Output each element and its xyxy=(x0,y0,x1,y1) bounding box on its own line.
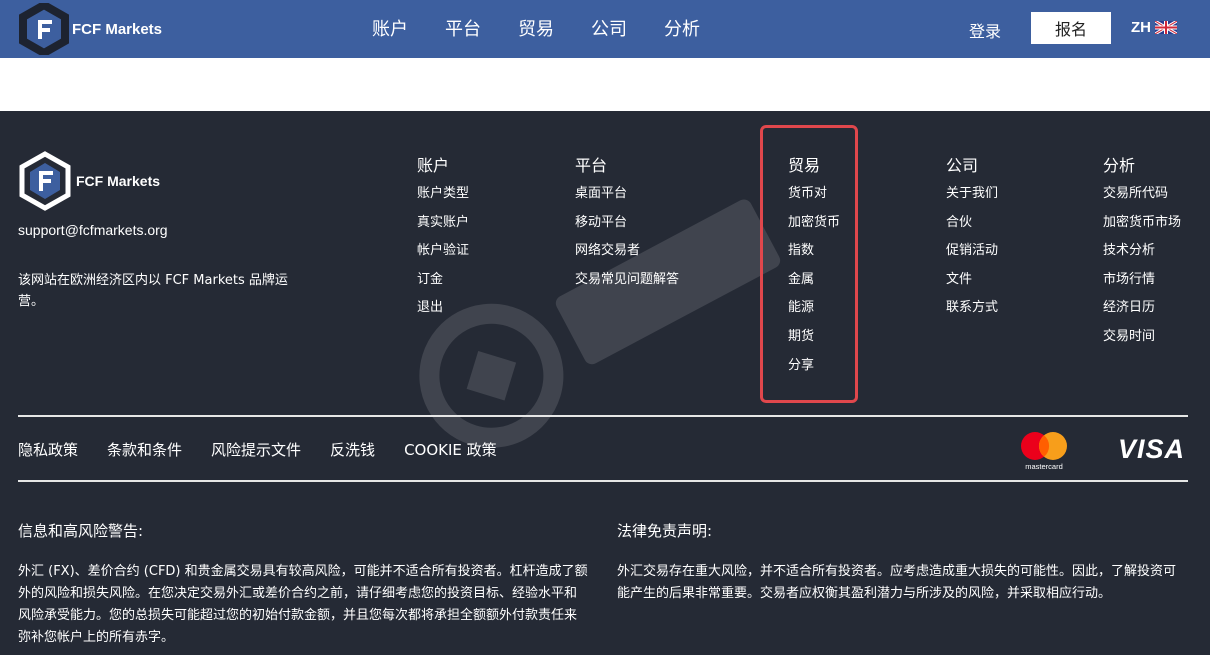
column-title: 分析 xyxy=(1103,156,1136,175)
footer-link-live-account[interactable]: 真实账户 xyxy=(417,213,469,242)
header-brand-name: FCF Markets xyxy=(72,20,163,38)
legal-links: 隐私政策 条款和条件 风险提示文件 反洗钱 COOKIE 政策 xyxy=(18,439,526,460)
footer-column-accounts: 账户 账户类型 真实账户 帐户验证 订金 退出 xyxy=(417,152,469,327)
footer-link-documents[interactable]: 文件 xyxy=(946,270,998,299)
nav-accounts[interactable]: 账户 xyxy=(372,15,408,41)
footer-link-exchange-codes[interactable]: 交易所代码 xyxy=(1103,184,1181,213)
legal-disclaimer-title: 法律免责声明: xyxy=(617,522,713,540)
content-area xyxy=(0,58,1210,111)
footer-link-crypto-market[interactable]: 加密货币市场 xyxy=(1103,213,1181,242)
nav-company[interactable]: 公司 xyxy=(591,15,627,41)
divider xyxy=(18,480,1188,482)
divider xyxy=(18,415,1188,417)
language-code: ZH xyxy=(1131,19,1151,36)
language-selector[interactable]: ZH xyxy=(1131,19,1177,36)
risk-warning-title: 信息和高风险警告: xyxy=(18,522,144,540)
mastercard-icon: mastercard xyxy=(1021,432,1067,471)
visa-logo: VISA xyxy=(1118,434,1186,464)
operated-note: 该网站在欧洲经济区内以 FCF Markets 品牌运营。 xyxy=(18,273,288,309)
footer-link-desktop[interactable]: 桌面平台 xyxy=(575,184,679,213)
legal-link-risk[interactable]: 风险提示文件 xyxy=(211,439,301,460)
footer-logo[interactable]: FCF Markets xyxy=(18,151,160,211)
footer-link-economic-calendar[interactable]: 经济日历 xyxy=(1103,298,1181,327)
fcf-logo-icon xyxy=(19,151,71,211)
nav-platforms[interactable]: 平台 xyxy=(445,15,481,41)
highlight-box xyxy=(760,125,858,403)
footer-link-mobile[interactable]: 移动平台 xyxy=(575,213,679,242)
risk-warning-text: 外汇 (FX)、差价合约 (CFD) 和贵金属交易具有较高风险，可能并不适合所有… xyxy=(18,564,588,645)
column-title: 平台 xyxy=(575,156,608,175)
uk-flag-icon xyxy=(1155,21,1177,34)
footer-link-contact[interactable]: 联系方式 xyxy=(946,298,998,327)
legal-link-aml[interactable]: 反洗钱 xyxy=(330,439,375,460)
main-nav: 账户 平台 贸易 公司 分析 xyxy=(372,15,737,41)
footer-brand-name: FCF Markets xyxy=(76,173,161,189)
footer-link-account-types[interactable]: 账户类型 xyxy=(417,184,469,213)
footer-link-about[interactable]: 关于我们 xyxy=(946,184,998,213)
footer-link-deposit[interactable]: 订金 xyxy=(417,270,469,299)
fcf-logo-icon xyxy=(19,3,69,55)
legal-link-cookie[interactable]: COOKIE 政策 xyxy=(404,439,497,460)
nav-analysis[interactable]: 分析 xyxy=(664,15,700,41)
login-link[interactable]: 登录 xyxy=(969,18,1001,42)
footer-link-technical-analysis[interactable]: 技术分析 xyxy=(1103,241,1181,270)
top-navbar: FCF Markets 账户 平台 贸易 公司 分析 登录 报名 ZH xyxy=(0,0,1210,58)
footer-link-trading-hours[interactable]: 交易时间 xyxy=(1103,327,1181,356)
footer-column-company: 公司 关于我们 合伙 促销活动 文件 联系方式 xyxy=(946,152,998,327)
footer-link-partnership[interactable]: 合伙 xyxy=(946,213,998,242)
legal-disclaimer-text: 外汇交易存在重大风险，并不适合所有投资者。应考虑造成重大损失的可能性。因此，了解… xyxy=(617,564,1177,601)
mastercard-label: mastercard xyxy=(1025,462,1063,471)
support-email[interactable]: support@fcfmarkets.org xyxy=(18,222,168,238)
legal-link-privacy[interactable]: 隐私政策 xyxy=(18,439,78,460)
header-logo[interactable]: FCF Markets xyxy=(18,3,162,55)
footer-column-analysis: 分析 交易所代码 加密货币市场 技术分析 市场行情 经济日历 交易时间 xyxy=(1103,152,1181,356)
column-title: 公司 xyxy=(946,156,979,175)
column-title: 账户 xyxy=(417,156,450,175)
footer-link-verification[interactable]: 帐户验证 xyxy=(417,241,469,270)
legal-link-terms[interactable]: 条款和条件 xyxy=(107,439,182,460)
footer-column-platforms: 平台 桌面平台 移动平台 网络交易者 交易常见问题解答 xyxy=(575,152,679,298)
signup-button[interactable]: 报名 xyxy=(1031,12,1111,44)
footer-link-withdraw[interactable]: 退出 xyxy=(417,298,469,327)
footer-link-market-quotes[interactable]: 市场行情 xyxy=(1103,270,1181,299)
footer-link-webtrader[interactable]: 网络交易者 xyxy=(575,241,679,270)
footer-link-faq[interactable]: 交易常见问题解答 xyxy=(575,270,679,299)
footer-link-promotions[interactable]: 促销活动 xyxy=(946,241,998,270)
nav-trading[interactable]: 贸易 xyxy=(518,15,554,41)
